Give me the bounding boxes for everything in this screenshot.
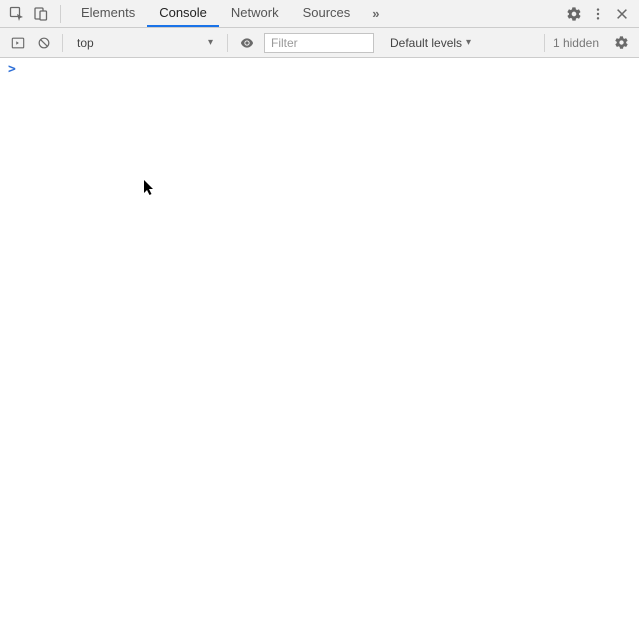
separator <box>227 34 228 52</box>
more-tabs-icon[interactable]: » <box>362 0 389 27</box>
separator <box>62 34 63 52</box>
devtools-tabbar: Elements Console Network Sources » <box>0 0 639 28</box>
tabs-container: Elements Console Network Sources » <box>69 0 561 27</box>
device-toolbar-icon[interactable] <box>30 3 52 25</box>
settings-icon[interactable] <box>563 3 585 25</box>
toggle-drawer-icon[interactable] <box>8 33 28 53</box>
separator <box>544 34 545 52</box>
log-levels-selector[interactable]: Default levels ▾ <box>390 36 471 50</box>
console-output[interactable]: > <box>0 58 639 641</box>
console-prompt: > <box>0 58 639 82</box>
tab-network[interactable]: Network <box>219 0 291 27</box>
live-expression-icon[interactable] <box>236 35 258 51</box>
tab-elements[interactable]: Elements <box>69 0 147 27</box>
close-icon[interactable] <box>611 3 633 25</box>
hidden-messages-label[interactable]: 1 hidden <box>553 36 599 50</box>
chevron-down-icon: ▾ <box>466 37 471 48</box>
filter-input[interactable] <box>264 33 374 53</box>
context-label: top <box>77 36 94 50</box>
tab-console[interactable]: Console <box>147 0 219 27</box>
chevron-down-icon: ▾ <box>208 37 213 48</box>
console-toolbar: top ▾ Default levels ▾ 1 hidden <box>0 28 639 58</box>
clear-console-icon[interactable] <box>34 33 54 53</box>
tab-sources[interactable]: Sources <box>291 0 363 27</box>
console-settings-icon[interactable] <box>611 33 631 53</box>
context-selector[interactable]: top ▾ <box>71 32 219 54</box>
inspect-element-icon[interactable] <box>6 3 28 25</box>
separator <box>60 5 61 23</box>
mouse-cursor-icon <box>143 179 155 197</box>
kebab-menu-icon[interactable] <box>587 3 609 25</box>
tabbar-right-icons <box>563 3 633 25</box>
levels-label: Default levels <box>390 36 462 50</box>
